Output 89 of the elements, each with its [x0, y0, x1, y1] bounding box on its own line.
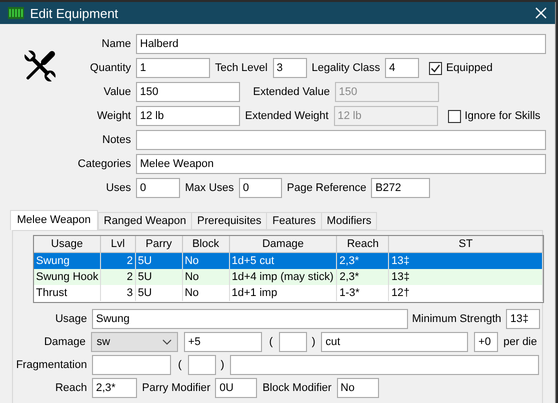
close-paren: ) [312, 336, 316, 348]
max-uses-field[interactable]: 0 [238, 178, 282, 198]
armor-divisor-field[interactable] [278, 332, 307, 352]
reach-label: Reach [54, 382, 87, 394]
close-paren: ) [220, 359, 224, 371]
categories-field[interactable]: Melee Weapon [136, 154, 546, 174]
fragmentation-divisor-field[interactable] [188, 355, 216, 375]
quantity-label: Quantity [89, 62, 131, 74]
name-label: Name [100, 38, 131, 50]
table-cell[interactable]: Thrust [34, 285, 101, 301]
open-paren: ( [269, 336, 273, 348]
table-cell[interactable]: 12† [389, 285, 543, 301]
per-die-field[interactable]: +0 [474, 332, 498, 352]
tech-level-field[interactable]: 3 [272, 58, 307, 78]
column-header[interactable]: Block [182, 236, 230, 253]
parry-modifier-field[interactable]: 0U [215, 378, 258, 398]
table-cell[interactable]: 2 [100, 253, 136, 269]
damage-base-field[interactable]: +5 [184, 332, 262, 352]
tab[interactable]: Melee Weapon [10, 210, 98, 230]
usage-label: Usage [54, 313, 87, 325]
table-cell[interactable]: No [182, 269, 230, 285]
tech-level-label: Tech Level [215, 62, 268, 74]
damage-label: Damage [43, 336, 86, 348]
damage-type-select[interactable]: sw [90, 332, 178, 352]
checkbox[interactable]: Ignore for Skills [448, 110, 540, 122]
table-cell[interactable]: 1d+4 imp (may stick) [230, 269, 338, 285]
reach-field[interactable]: 2,3* [92, 378, 137, 398]
table-cell[interactable]: No [182, 285, 230, 301]
legality-class-label: Legality Class [312, 62, 380, 74]
column-header[interactable]: Lvl [100, 236, 136, 253]
table-cell[interactable]: 13‡ [389, 269, 543, 285]
checkbox[interactable]: Equipped [429, 62, 493, 74]
uses-field[interactable]: 0 [136, 178, 180, 198]
table-cell[interactable]: 1-3* [337, 285, 390, 301]
damage-type-field[interactable]: cut [321, 332, 468, 352]
tools-icon [24, 50, 56, 82]
table-cell[interactable]: 2,3* [337, 253, 390, 269]
tab[interactable]: Prerequisites [191, 212, 268, 230]
tab[interactable]: Ranged Weapon [98, 212, 192, 230]
legality-class-field[interactable]: 4 [385, 58, 420, 78]
check-icon [430, 62, 442, 74]
parry-modifier-label: Parry Modifier [142, 382, 210, 394]
weight-field[interactable]: 12 lb [136, 106, 240, 126]
extended-value-label: Extended Value [253, 86, 330, 98]
quantity-field[interactable]: 1 [136, 58, 210, 78]
fragmentation-field[interactable] [92, 355, 171, 375]
extended-weight-label: Extended Weight [245, 110, 329, 122]
open-paren: ( [178, 359, 182, 371]
categories-label: Categories [76, 158, 131, 170]
minimum-strength-field[interactable]: 13‡ [506, 309, 540, 329]
table-cell[interactable]: 2,3* [337, 269, 390, 285]
table-cell[interactable]: Swung [34, 253, 101, 269]
table-cell[interactable]: 5U [136, 269, 183, 285]
block-modifier-label: Block Modifier [262, 382, 332, 394]
table-cell[interactable]: 2 [101, 269, 136, 285]
block-modifier-field[interactable]: No [336, 378, 379, 398]
fragmentation-label: Fragmentation [15, 359, 87, 371]
max-uses-label: Max Uses [185, 182, 234, 194]
tab[interactable]: Features [266, 212, 322, 230]
table-cell[interactable]: 1d+5 cut [230, 253, 338, 269]
column-header[interactable]: Usage [34, 236, 101, 253]
caret-icon [162, 339, 172, 345]
notes-label: Notes [101, 134, 131, 146]
uses-label: Uses [104, 182, 131, 194]
app-icon [8, 7, 24, 19]
table-cell[interactable]: 13‡ [389, 253, 543, 269]
usage-field[interactable]: Swung [92, 309, 408, 329]
weight-label: Weight [96, 110, 131, 122]
name-field[interactable]: Halberd [136, 34, 546, 54]
table-cell[interactable]: No [182, 253, 230, 269]
value-label: Value [102, 86, 131, 98]
column-header[interactable]: Parry [136, 236, 183, 253]
minimum-strength-label: Minimum Strength [412, 313, 502, 325]
fragmentation-type-field[interactable] [230, 355, 540, 375]
table-cell[interactable]: 5U [136, 253, 183, 269]
page-reference-label: Page Reference [286, 182, 366, 194]
column-header[interactable]: Reach [337, 236, 390, 253]
close-icon[interactable] [535, 7, 547, 19]
column-header[interactable]: ST [389, 236, 543, 253]
value-field[interactable]: 150 [136, 82, 240, 102]
column-header[interactable]: Damage [230, 236, 338, 253]
tab[interactable]: Modifiers [320, 212, 378, 230]
per-die-label: per die [503, 336, 537, 348]
table-cell[interactable]: 1d+1 imp [230, 285, 338, 301]
notes-field[interactable] [136, 130, 546, 150]
page-reference-field[interactable]: B272 [371, 178, 430, 198]
table-cell[interactable]: Swung Hook [34, 269, 101, 285]
window-title: Edit Equipment [30, 6, 120, 20]
table-cell[interactable]: 5U [136, 285, 183, 301]
